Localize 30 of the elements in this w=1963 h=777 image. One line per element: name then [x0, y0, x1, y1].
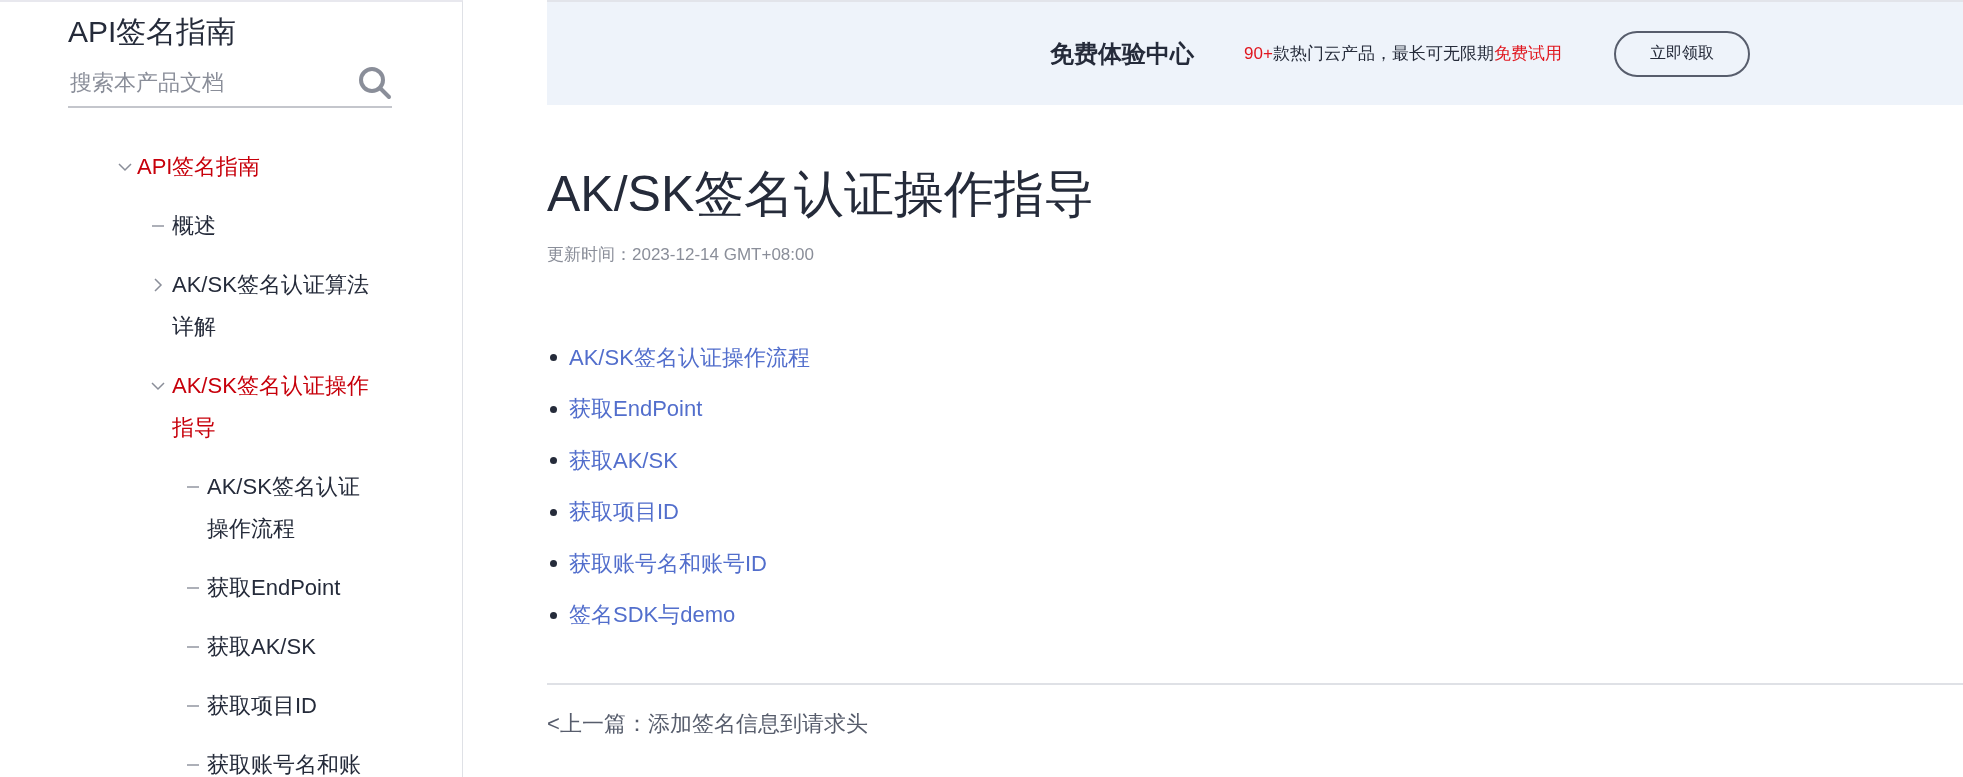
search-field[interactable]: 搜索本产品文档 — [68, 69, 358, 97]
toc-link[interactable]: 获取EndPoint — [569, 394, 703, 425]
nav-item[interactable]: AK/SK签名认证操作指导 — [172, 365, 377, 449]
nav-item[interactable]: 获取AK/SK — [207, 626, 316, 668]
bullet-icon — [550, 508, 557, 516]
toc-link[interactable]: 获取AK/SK — [569, 445, 678, 476]
toc-link[interactable]: 获取项目ID — [569, 497, 679, 528]
nav-item[interactable]: 获取项目ID — [207, 685, 317, 727]
nav-item[interactable]: 获取EndPoint — [207, 567, 341, 609]
promo-text: 90+款热门云产品，最长可无限期免费试用 — [1244, 43, 1562, 65]
search-icon[interactable] — [358, 66, 392, 100]
bullet-icon — [550, 405, 557, 413]
banner-title: 免费体验中心 — [1050, 38, 1194, 69]
toc-link[interactable]: 获取账号名和账号ID — [569, 548, 767, 579]
nav-item[interactable]: API签名指南 — [137, 146, 261, 188]
previous-link[interactable]: <上一篇：添加签名信息到请求头 — [547, 709, 868, 739]
toc-link[interactable]: 签名SDK与demo — [569, 600, 736, 631]
nav-item[interactable]: AK/SK签名认证操作流程 — [207, 466, 372, 550]
nav-item[interactable]: 获取账号名和账 — [207, 744, 361, 777]
nav-item[interactable]: AK/SK签名认证算法详解 — [172, 264, 377, 348]
bullet-icon — [550, 611, 557, 619]
update-time: 更新时间：2023-12-14 GMT+08:00 — [547, 244, 814, 266]
toc-link[interactable]: AK/SK签名认证操作流程 — [569, 342, 810, 373]
nav-item[interactable]: 概述 — [172, 205, 216, 247]
claim-button[interactable]: 立即领取 — [1613, 30, 1750, 77]
bullet-icon — [550, 457, 557, 465]
page-title: AK/SK签名认证操作指导 — [547, 165, 1095, 224]
bullet-icon — [550, 560, 557, 568]
sidebar-title: API签名指南 — [68, 14, 237, 50]
bullet-icon — [550, 354, 557, 362]
